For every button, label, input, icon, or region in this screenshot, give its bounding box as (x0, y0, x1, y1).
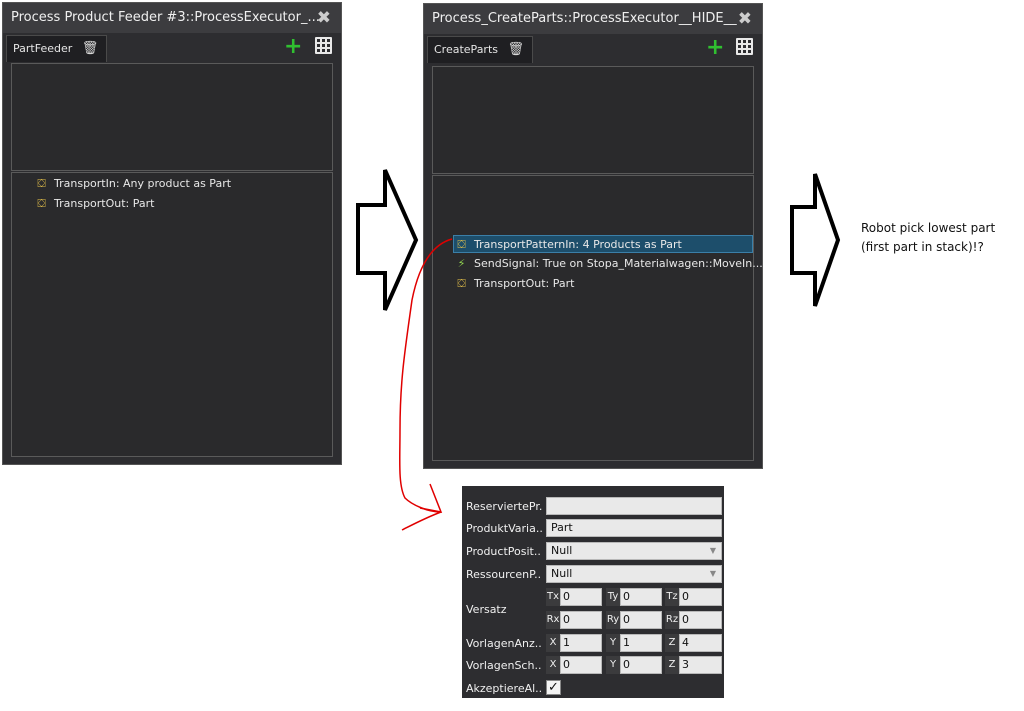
transport-out-icon: ⛋ (37, 197, 46, 210)
prop-label-versatz: Versatz (466, 603, 507, 616)
axis-y: Y (606, 634, 620, 652)
prop-label-akzeptiere: AkzeptiereAl... (466, 682, 542, 695)
axis-x: X (546, 656, 560, 674)
step-list (11, 172, 333, 457)
trash-icon[interactable]: 🗑 (82, 36, 99, 62)
schritt-y-field[interactable]: 0 (620, 656, 662, 674)
tab-label: PartFeeder (13, 42, 73, 55)
axis-ty: Ty (606, 588, 620, 606)
signal-icon: ⚡ (457, 257, 466, 270)
red-arrowhead (419, 483, 443, 513)
anzahl-x-field[interactable]: 1 (560, 634, 602, 652)
rz-field[interactable]: 0 (679, 611, 722, 629)
list-item[interactable]: ⛋ TransportOut: Part (34, 195, 154, 213)
axis-y: Y (606, 656, 620, 674)
ry-field[interactable]: 0 (620, 611, 662, 629)
tx-field[interactable]: 0 (560, 588, 602, 606)
anzahl-z-field[interactable]: 4 (679, 634, 722, 652)
window-title-bar: Process Product Feeder #3::ProcessExecut… (3, 3, 341, 33)
rx-field[interactable]: 0 (560, 611, 602, 629)
tab-row: CreateParts 🗑 + (424, 34, 762, 63)
prop-label-produktvariante: ProduktVaria... (466, 522, 542, 535)
prop-label-productposition: ProductPosit... (466, 545, 542, 558)
axis-rx: Rx (546, 611, 560, 629)
axis-ry: Ry (606, 611, 620, 629)
produktvariante-field[interactable]: Part (546, 519, 722, 537)
productposition-dropdown[interactable]: Null (546, 542, 722, 560)
note-line-1: Robot pick lowest part (861, 221, 996, 235)
reserviert-field[interactable] (546, 497, 722, 515)
transport-in-icon: ⛋ (37, 177, 46, 190)
upper-pane (432, 66, 754, 174)
flow-arrow-1 (356, 169, 419, 311)
axis-z: Z (665, 656, 679, 674)
left-process-window: Process Product Feeder #3::ProcessExecut… (2, 2, 342, 465)
axis-tz: Tz (665, 588, 679, 606)
step-list (432, 175, 754, 461)
prop-label-ressourcen: RessourcenP... (466, 568, 542, 581)
prop-label-vorlagenschritt: VorlagenSch... (466, 659, 542, 672)
flow-arrow-2 (790, 173, 841, 307)
tab-partfeeder[interactable]: PartFeeder 🗑 (6, 35, 108, 62)
transport-out-icon: ⛋ (457, 277, 466, 290)
ty-field[interactable]: 0 (620, 588, 662, 606)
anzahl-y-field[interactable]: 1 (620, 634, 662, 652)
right-process-window: Process_CreateParts::ProcessExecutor__HI… (423, 3, 763, 469)
tz-field[interactable]: 0 (679, 588, 722, 606)
list-item[interactable]: ⛋ TransportIn: Any product as Part (34, 175, 231, 193)
close-icon[interactable]: ✖ (738, 4, 752, 34)
tab-createparts[interactable]: CreateParts 🗑 (427, 36, 533, 63)
axis-rz: Rz (665, 611, 679, 629)
ressourcen-dropdown[interactable]: Null (546, 565, 722, 583)
list-item[interactable]: ⛋ TransportOut: Part (454, 275, 574, 293)
window-title-bar: Process_CreateParts::ProcessExecutor__HI… (424, 4, 762, 34)
akzeptiere-checkbox[interactable]: ✓ (546, 680, 561, 695)
prop-label-reserviert: ReserviertePr... (466, 500, 542, 513)
close-icon[interactable]: ✖ (317, 3, 331, 33)
window-title: Process_CreateParts::ProcessExecutor__HI… (432, 11, 737, 26)
upper-pane (11, 63, 333, 171)
grid-icon[interactable] (315, 37, 332, 54)
window-title: Process Product Feeder #3::ProcessExecut… (11, 10, 320, 25)
schritt-x-field[interactable]: 0 (560, 656, 602, 674)
prop-label-vorlagenanzahl: VorlagenAnz... (466, 637, 542, 650)
note-line-2: (first part in stack)!? (861, 240, 984, 254)
add-icon[interactable]: + (284, 36, 302, 58)
annotation-note: Robot pick lowest part (first part in st… (861, 219, 995, 257)
add-icon[interactable]: + (706, 37, 724, 59)
tab-label: CreateParts (434, 43, 498, 56)
transport-pattern-icon: ⛋ (457, 238, 466, 251)
list-item[interactable]: ⚡ SendSignal: True on Stopa_Materialwagen… (454, 255, 763, 273)
axis-tx: Tx (546, 588, 560, 606)
list-item-selected[interactable]: ⛋ TransportPatternIn: 4 Products as Part (453, 235, 753, 253)
trash-icon[interactable]: 🗑 (507, 37, 524, 63)
schritt-z-field[interactable]: 3 (679, 656, 722, 674)
axis-z: Z (665, 634, 679, 652)
axis-x: X (546, 634, 560, 652)
grid-icon[interactable] (736, 38, 753, 55)
tab-row: PartFeeder 🗑 + (3, 33, 341, 62)
